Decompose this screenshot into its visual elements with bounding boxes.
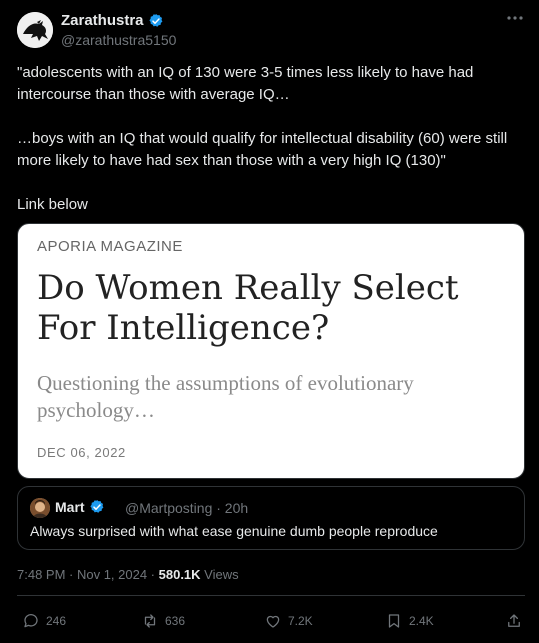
quote-avatar[interactable] [30, 498, 50, 518]
author-handle[interactable]: @zarathustra5150 [61, 32, 176, 48]
repost-button[interactable]: 636 [141, 611, 185, 631]
share-button[interactable] [505, 611, 523, 631]
divider [17, 595, 525, 596]
reply-button[interactable]: 246 [22, 611, 66, 631]
card-source: APORIA MAGAZINE [37, 238, 183, 255]
tweet-paragraph-1: "adolescents with an IQ of 130 were 3-5 … [17, 64, 474, 103]
repost-icon [144, 614, 156, 628]
reply-icon [24, 614, 38, 628]
card-date: DEC 06, 2022 [37, 445, 126, 460]
tweet: Zarathustra @zarathustra5150 "adolescent… [0, 0, 539, 643]
quoted-tweet[interactable]: Mart @Martposting · 20h Always surprised… [17, 486, 525, 550]
like-button[interactable]: 7.2K [264, 611, 313, 631]
bookmark-icon [388, 614, 400, 628]
link-preview-card[interactable]: APORIA MAGAZINE Do Women Really Select F… [17, 223, 525, 479]
quote-text: Always surprised with what ease genuine … [30, 523, 438, 539]
like-icon [266, 615, 280, 628]
like-count: 7.2K [288, 614, 313, 628]
raven-avatar-icon [17, 12, 53, 48]
tweet-meta: 7:48 PM · Nov 1, 2024 · 580.1K Views [17, 567, 239, 582]
tweet-paragraph-2: …boys with an IQ that would qualify for … [17, 130, 508, 169]
quote-handle-time[interactable]: @Martposting · 20h [125, 500, 248, 516]
reply-count: 246 [46, 614, 67, 628]
views-label: Views [200, 567, 239, 582]
card-subtitle: Questioning the assumptions of evolution… [37, 371, 414, 422]
share-icon [508, 614, 520, 627]
repost-count: 636 [165, 614, 186, 628]
tweet-text: "adolescents with an IQ of 130 were 3-5 … [17, 62, 522, 216]
author-display-name[interactable]: Zarathustra [61, 12, 144, 29]
bookmark-count: 2.4K [409, 614, 434, 628]
views-count: 580.1K [158, 567, 201, 582]
portrait-avatar-icon [30, 498, 50, 518]
more-options-icon[interactable] [505, 8, 525, 28]
card-title: Do Women Really Select For Intelligence? [37, 268, 459, 348]
tweet-paragraph-3: Link below [17, 196, 88, 213]
author-name[interactable]: Zarathustra [61, 12, 164, 29]
bookmark-button[interactable]: 2.4K [385, 611, 434, 631]
quote-display-name[interactable]: Mart [55, 499, 85, 515]
author-avatar[interactable] [17, 12, 53, 48]
verified-badge-icon [89, 500, 103, 513]
verified-badge-icon [148, 13, 162, 27]
quote-author[interactable]: Mart [55, 499, 105, 515]
timestamp[interactable]: 7:48 PM · Nov 1, 2024 · [17, 567, 159, 582]
